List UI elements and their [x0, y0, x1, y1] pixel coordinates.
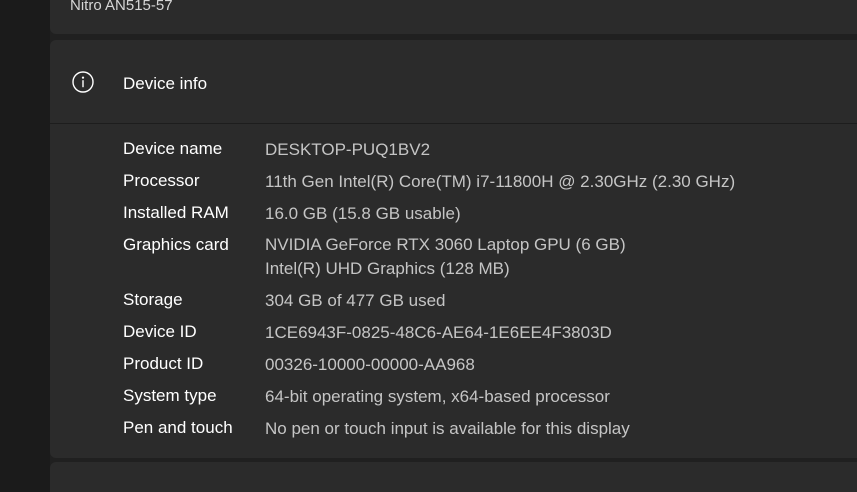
device-info-title: Device info [123, 74, 208, 93]
spec-value-installed-ram: 16.0 GB (15.8 GB usable) [265, 204, 461, 223]
spec-label-storage: Storage [123, 290, 183, 309]
spec-label-device-id: Device ID [123, 322, 197, 341]
spec-label-pen-and-touch: Pen and touch [123, 418, 233, 437]
next-settings-card[interactable] [50, 462, 857, 492]
spec-value-device-name: DESKTOP-PUQ1BV2 [265, 140, 431, 159]
info-icon [72, 71, 94, 93]
spec-label-system-type: System type [123, 386, 217, 405]
spec-value-pen-and-touch: No pen or touch input is available for t… [265, 419, 630, 438]
spec-label-graphics-card: Graphics card [123, 235, 229, 254]
spec-value-product-id: 00326-10000-00000-AA968 [265, 355, 475, 374]
spec-value-device-id: 1CE6943F-0825-48C6-AE64-1E6EE4F3803D [265, 323, 612, 342]
spec-value-storage: 304 GB of 477 GB used [265, 291, 446, 310]
spec-label-product-id: Product ID [123, 354, 204, 373]
device-info-header[interactable]: Device info [50, 40, 857, 124]
spec-label-processor: Processor [123, 171, 200, 190]
spec-value-processor: 11th Gen Intel(R) Core(TM) i7-11800H @ 2… [265, 172, 736, 191]
spec-value-graphics-card-1: NVIDIA GeForce RTX 3060 Laptop GPU (6 GB… [265, 235, 626, 254]
device-model-name: Nitro AN515-57 [70, 0, 173, 14]
spec-value-system-type: 64-bit operating system, x64-based proce… [265, 387, 610, 406]
navigation-pane-edge [0, 0, 50, 483]
spec-value-graphics-card-2: Intel(R) UHD Graphics (128 MB) [265, 259, 510, 278]
spec-label-device-name: Device name [123, 139, 223, 158]
spec-label-installed-ram: Installed RAM [123, 203, 229, 222]
